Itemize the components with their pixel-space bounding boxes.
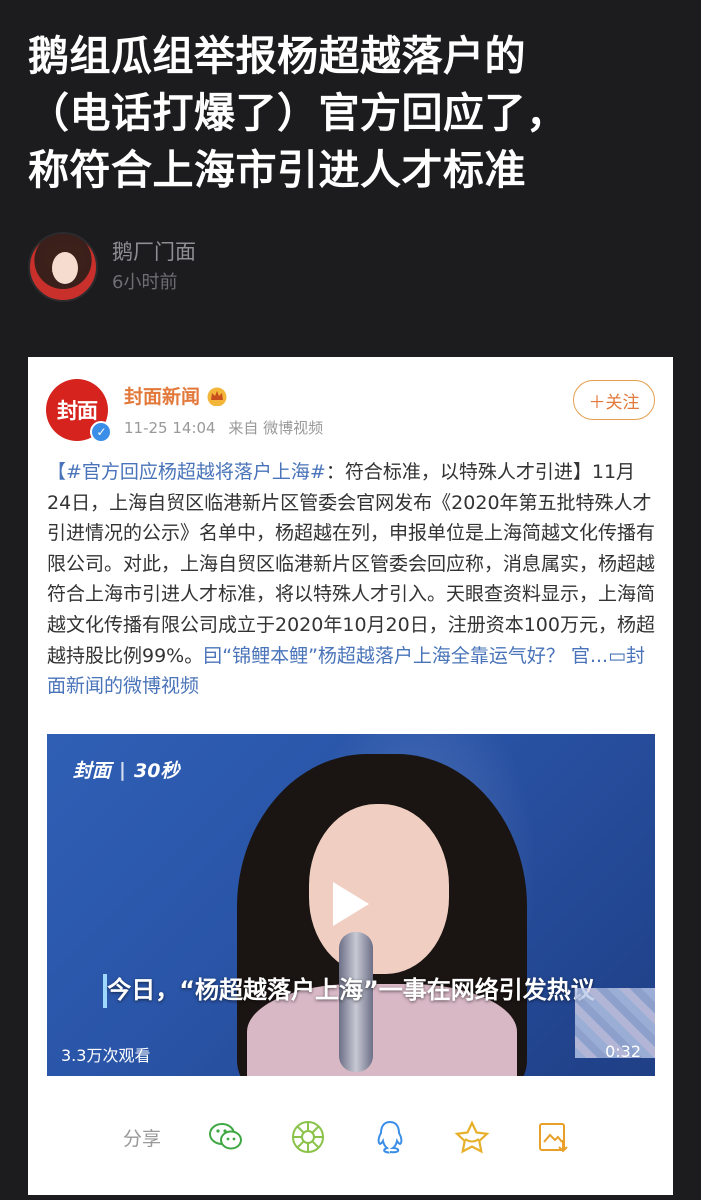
post-body: 11月24日，上海自贸区临港新片区管委会官网发布《2020年第五批特殊人才引进情… <box>47 461 656 667</box>
headline-line: 鹅组瓜组举报杨超越落户的 <box>28 32 526 80</box>
headline-line: 称符合上海市引进人才标准 <box>28 146 526 194</box>
author-info[interactable]: 鹅厂门面 6小时前 <box>28 232 196 302</box>
view-count: 3.3万次观看 <box>61 1046 151 1065</box>
video-watermark: 封面 | 30秒 <box>73 756 179 783</box>
brand-logo-text: 封面 <box>57 399 98 423</box>
video-player[interactable]: 封面 | 30秒 今日，“杨超越落户上海”一事在网络引发热议 3.3万次观看 0… <box>47 734 655 1076</box>
post-source[interactable]: 来自 微博视频 <box>228 419 323 437</box>
image-share-icon[interactable] <box>535 1118 573 1156</box>
brand-logo[interactable]: 封面 ✓ <box>46 379 112 443</box>
account-name[interactable]: 封面新闻 <box>124 382 200 409</box>
video-watermark-brand: 封面 <box>73 760 112 782</box>
weibo-embed-card: 封面 ✓ 封面新闻 11-25 14:04 来自 微博视频 ＋关注 【#官方回应… <box>28 357 673 1195</box>
post-text: 【#官方回应杨超越将落户上海#：符合标准，以特殊人才引进】11月24日，上海自贸… <box>47 457 655 702</box>
hashtag-link[interactable]: 【#官方回应杨超越将落户上海# <box>47 461 326 483</box>
post-time: 6小时前 <box>112 272 178 293</box>
avatar[interactable] <box>28 232 98 302</box>
qq-icon[interactable] <box>371 1118 409 1156</box>
play-icon[interactable] <box>333 882 369 926</box>
post-tagline: ：符合标准，以特殊人才引进】 <box>325 461 592 483</box>
video-duration: 0:32 <box>605 1042 641 1061</box>
video-watermark-sub: 30秒 <box>133 760 180 782</box>
weibo-header: 封面 ✓ 封面新闻 11-25 14:04 来自 微博视频 <box>46 379 323 443</box>
article-headline: 鹅组瓜组举报杨超越落户的 （电话打爆了）官方回应了， 称符合上海市引进人才标准 <box>28 28 678 199</box>
moments-icon[interactable] <box>289 1118 327 1156</box>
headline-line: （电话打爆了）官方回应了， <box>28 89 568 137</box>
crown-icon <box>207 387 227 406</box>
verified-icon: ✓ <box>90 421 112 443</box>
video-subtitle: 今日，“杨超越落户上海”一事在网络引发热议 <box>107 976 595 1004</box>
share-label: 分享 <box>123 1127 162 1150</box>
follow-button[interactable]: ＋关注 <box>573 380 655 420</box>
post-timestamp: 11-25 14:04 <box>124 419 216 437</box>
favorite-icon[interactable] <box>453 1118 491 1156</box>
share-bar: 分享 <box>47 1115 655 1159</box>
author-name[interactable]: 鹅厂门面 <box>112 237 196 267</box>
wechat-icon[interactable] <box>207 1118 245 1156</box>
related-link[interactable]: 囙“锦鲤本鲤”杨超越落户上海全靠运气好？ 官... <box>203 645 608 667</box>
